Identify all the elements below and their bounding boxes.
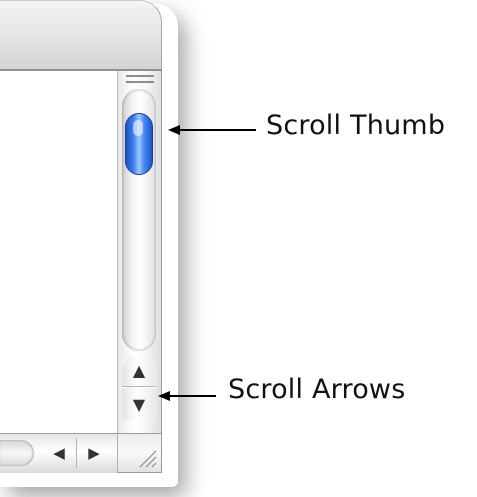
scroll-track[interactable] — [122, 89, 156, 351]
screenshot-canvas: ▲ ▼ ◀ ▶ Scroll Thumb Scroll Arrows — [0, 0, 477, 497]
scroll-thumb[interactable] — [125, 113, 153, 175]
resize-corner[interactable] — [118, 433, 162, 473]
horizontal-scrollbar[interactable]: ◀ ▶ — [0, 433, 118, 473]
scroll-thumb-callout-arrow — [168, 125, 256, 135]
scroll-down-arrow-button[interactable]: ▼ — [122, 387, 156, 420]
scroll-arrows-label: Scroll Arrows — [228, 374, 406, 405]
vertical-scrollbar[interactable]: ▲ ▼ — [118, 71, 162, 433]
split-grip-icon[interactable] — [126, 75, 154, 85]
scroll-thumb-label: Scroll Thumb — [266, 110, 446, 141]
scroll-up-arrow-button[interactable]: ▲ — [122, 354, 156, 387]
document-content-area[interactable] — [0, 71, 118, 433]
resize-grip-icon — [139, 450, 157, 468]
horizontal-scroll-track[interactable] — [0, 440, 34, 466]
scroll-arrows-callout-arrow — [158, 391, 216, 401]
scroll-left-arrow-button[interactable]: ◀ — [42, 438, 77, 468]
window-title-bar[interactable] — [0, 0, 162, 70]
thumb-highlight — [133, 120, 143, 136]
scroll-right-arrow-button[interactable]: ▶ — [77, 438, 111, 468]
